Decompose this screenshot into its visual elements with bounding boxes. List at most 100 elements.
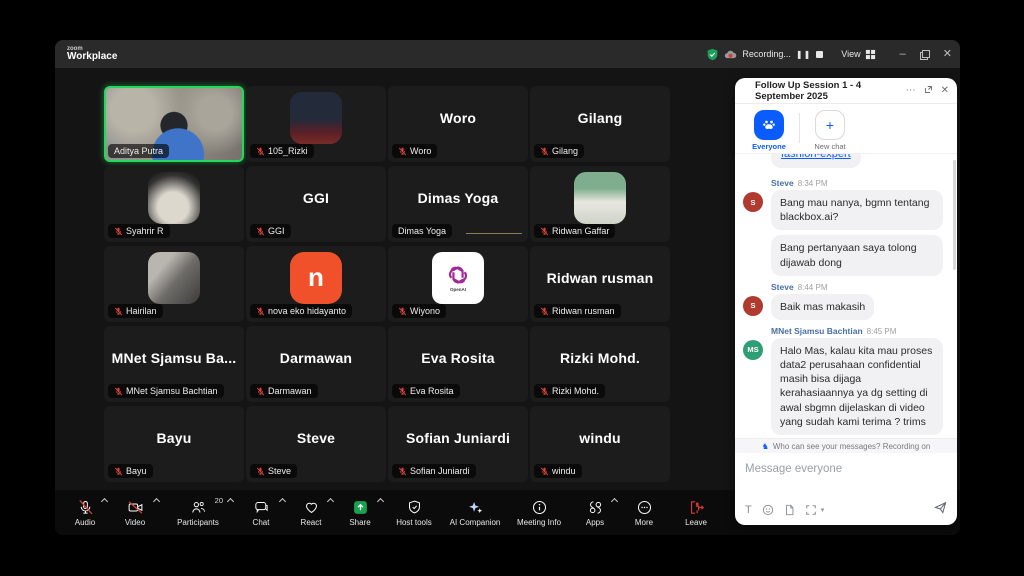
muted-mic-icon: [114, 227, 123, 236]
muted-mic-icon: [398, 147, 407, 156]
pop-out-icon[interactable]: [924, 85, 933, 97]
participants-button[interactable]: Participants 20: [161, 490, 235, 535]
chat-message-group: MNet Sjamsu Bachtian 8:45 PM MS Halo Mas…: [743, 326, 947, 435]
leave-button[interactable]: Leave: [669, 490, 723, 535]
leave-icon: [688, 499, 705, 516]
participant-label: Woro: [392, 144, 437, 158]
share-button[interactable]: Share: [335, 490, 385, 535]
muted-mic-icon: [256, 147, 265, 156]
more-button[interactable]: More: [619, 490, 669, 535]
muted-mic-icon: [114, 307, 123, 316]
react-options-caret[interactable]: [328, 498, 333, 503]
clipped-message: fashion-expert: [771, 154, 947, 174]
cloud-recording-icon: [724, 49, 737, 60]
muted-mic-icon: [256, 387, 265, 396]
participant-tile-sofian-juniardi[interactable]: Sofian Juniardi Sofian Juniardi: [388, 406, 528, 482]
chat-tabs: Everyone + New chat: [735, 104, 957, 154]
participant-tile-hairilan[interactable]: Hairilan: [104, 246, 244, 322]
close-chat-icon[interactable]: ✕: [941, 86, 949, 96]
react-button[interactable]: React: [287, 490, 335, 535]
muted-mic-icon: [540, 147, 549, 156]
emoji-picker-icon[interactable]: [762, 504, 774, 516]
participant-tile-rizki-mohd[interactable]: Rizki Mohd. Rizki Mohd.: [530, 326, 670, 402]
participant-tile-ridwan-gaffar[interactable]: Ridwan Gaffar: [530, 166, 670, 242]
chat-button[interactable]: Chat: [235, 490, 287, 535]
heart-icon: [303, 499, 320, 516]
attach-file-icon[interactable]: [784, 504, 795, 516]
chat-message-group: Steve 8:34 PM S Bang mau nanya, bgmn ten…: [743, 178, 947, 276]
close-window-button[interactable]: ✕: [943, 49, 952, 60]
participant-tile-105-rizki[interactable]: 105_Rizki: [246, 86, 386, 162]
chat-link[interactable]: fashion-expert: [781, 154, 851, 160]
stop-recording-button[interactable]: [816, 51, 823, 58]
participant-tile-woro[interactable]: Woro Woro: [388, 86, 528, 162]
message-time: 8:44 PM: [798, 283, 828, 292]
avatar: S: [743, 296, 763, 316]
participant-tile-ggi[interactable]: GGI GGI: [246, 166, 386, 242]
restore-button[interactable]: [920, 50, 929, 59]
participants-count-badge: 20: [215, 496, 223, 505]
pause-recording-button[interactable]: ❚❚: [796, 50, 811, 59]
chat-scrollbar[interactable]: [953, 160, 956, 270]
participant-tile-mnet-sjamsu[interactable]: MNet Sjamsu Ba... MNet Sjamsu Bachtian: [104, 326, 244, 402]
tab-everyone[interactable]: Everyone: [747, 110, 791, 151]
host-tools-button[interactable]: Host tools: [385, 490, 443, 535]
title-bar: zoom Workplace Recording... ❚❚: [55, 40, 960, 68]
participant-tile-steve[interactable]: Steve Steve: [246, 406, 386, 482]
screenshot-icon[interactable]: [805, 504, 817, 516]
avatar: S: [743, 192, 763, 212]
share-options-caret[interactable]: [378, 498, 383, 503]
participant-label: Rizki Mohd.: [534, 384, 605, 398]
share-screen-icon: [352, 499, 369, 516]
send-message-button[interactable]: [934, 501, 947, 519]
participant-tile-dimas-yoga[interactable]: Dimas Yoga Dimas Yoga: [388, 166, 528, 242]
chat-message-group: Steve 8:44 PM S Baik mas makasih: [743, 282, 947, 320]
participant-tile-wiyono[interactable]: OpenAI Wiyono: [388, 246, 528, 322]
participants-options-caret[interactable]: [228, 498, 233, 503]
shield-icon: [406, 499, 423, 516]
message-bubble: Bang pertanyaan saya tolong dijawab dong: [771, 235, 943, 275]
participant-tile-gilang[interactable]: Gilang Gilang: [530, 86, 670, 162]
audio-indicator-line: [466, 233, 522, 234]
participant-label: Bayu: [108, 464, 153, 478]
ai-companion-button[interactable]: AI Companion: [443, 490, 507, 535]
video-options-caret[interactable]: [154, 498, 159, 503]
participant-label: Wiyono: [392, 304, 446, 318]
video-button[interactable]: Video: [109, 490, 161, 535]
participant-tile-eva-rosita[interactable]: Eva Rosita Eva Rosita: [388, 326, 528, 402]
participant-tile-bayu[interactable]: Bayu Bayu: [104, 406, 244, 482]
letter-avatar: n: [290, 252, 342, 304]
participant-tile-syahrir-r[interactable]: Syahrir R: [104, 166, 244, 242]
privacy-notice[interactable]: ♞ Who can see your messages? Recording o…: [735, 438, 957, 453]
apps-options-caret[interactable]: [612, 498, 617, 503]
meeting-info-button[interactable]: Meeting Info: [507, 490, 571, 535]
chat-message-list[interactable]: fashion-expert Steve 8:34 PM S Bang mau …: [735, 154, 957, 438]
paw-icon: [761, 117, 777, 133]
participant-tile-darmawan[interactable]: Darmawan Darmawan: [246, 326, 386, 402]
chat-message-input[interactable]: [745, 463, 947, 475]
participant-tile-aditya-putra[interactable]: Aditya Putra: [104, 86, 244, 162]
muted-mic-icon: [256, 307, 265, 316]
apps-button[interactable]: Apps: [571, 490, 619, 535]
audio-button[interactable]: Audio: [61, 490, 109, 535]
new-chat-button[interactable]: + New chat: [808, 110, 852, 151]
participant-label: Hairilan: [108, 304, 163, 318]
chevron-down-icon[interactable]: ▾: [821, 506, 825, 514]
security-shield-icon[interactable]: [706, 48, 719, 61]
minimize-button[interactable]: –: [900, 49, 906, 60]
tab-divider: [799, 113, 800, 143]
chat-title: Follow Up Session 1 - 4 September 2025: [743, 80, 906, 102]
audio-options-caret[interactable]: [102, 498, 107, 503]
muted-mic-toolbar-icon: [77, 499, 94, 516]
participants-icon: [190, 499, 207, 516]
text-format-icon[interactable]: T: [745, 505, 752, 516]
view-button[interactable]: View: [841, 49, 875, 60]
participant-tile-windu[interactable]: windu windu: [530, 406, 670, 482]
participant-tile-nova-eko-hidayanto[interactable]: n nova eko hidayanto: [246, 246, 386, 322]
participant-label: Gilang: [534, 144, 584, 158]
chat-more-options-icon[interactable]: ⋯: [906, 86, 916, 96]
info-icon: [531, 499, 548, 516]
participant-tile-ridwan-rusman[interactable]: Ridwan rusman Ridwan rusman: [530, 246, 670, 322]
participant-label: nova eko hidayanto: [250, 304, 352, 318]
chat-options-caret[interactable]: [280, 498, 285, 503]
